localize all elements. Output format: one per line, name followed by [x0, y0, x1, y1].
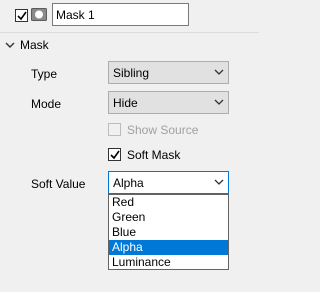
- mask-enabled-checkbox[interactable]: [15, 9, 28, 22]
- soft-value-label: Soft Value: [31, 177, 86, 191]
- type-select-value: Sibling: [113, 66, 150, 80]
- dropdown-option-red[interactable]: Red: [109, 195, 228, 210]
- mode-select[interactable]: Hide: [108, 91, 229, 114]
- show-source-label: Show Source: [127, 123, 199, 137]
- mask-name-field[interactable]: Mask 1: [52, 3, 189, 26]
- type-label: Type: [31, 67, 58, 81]
- dropdown-option-blue[interactable]: Blue: [109, 225, 228, 240]
- dropdown-option-alpha[interactable]: Alpha: [109, 240, 228, 255]
- dropdown-option-green[interactable]: Green: [109, 210, 228, 225]
- collapse-arrow-icon[interactable]: [5, 39, 15, 49]
- section-title: Mask: [20, 38, 49, 52]
- checkmark-icon: [110, 150, 120, 160]
- show-source-checkbox[interactable]: [108, 123, 121, 136]
- chevron-down-icon: [214, 99, 224, 105]
- mode-select-value: Hide: [113, 96, 138, 110]
- dropdown-option-luminance[interactable]: Luminance: [109, 255, 228, 270]
- type-select[interactable]: Sibling: [108, 61, 229, 84]
- soft-value-select-value: Alpha: [113, 176, 144, 190]
- mask-layer-icon: [31, 7, 47, 23]
- soft-mask-label: Soft Mask: [127, 148, 181, 162]
- checkmark-icon: [17, 11, 27, 21]
- soft-mask-checkbox[interactable]: [108, 148, 121, 161]
- soft-value-select[interactable]: Alpha: [108, 171, 229, 194]
- chevron-down-icon: [214, 69, 224, 75]
- mode-label: Mode: [31, 97, 62, 111]
- soft-value-dropdown: Red Green Blue Alpha Luminance: [108, 194, 229, 270]
- header-divider: [0, 32, 259, 33]
- chevron-down-icon: [214, 179, 224, 185]
